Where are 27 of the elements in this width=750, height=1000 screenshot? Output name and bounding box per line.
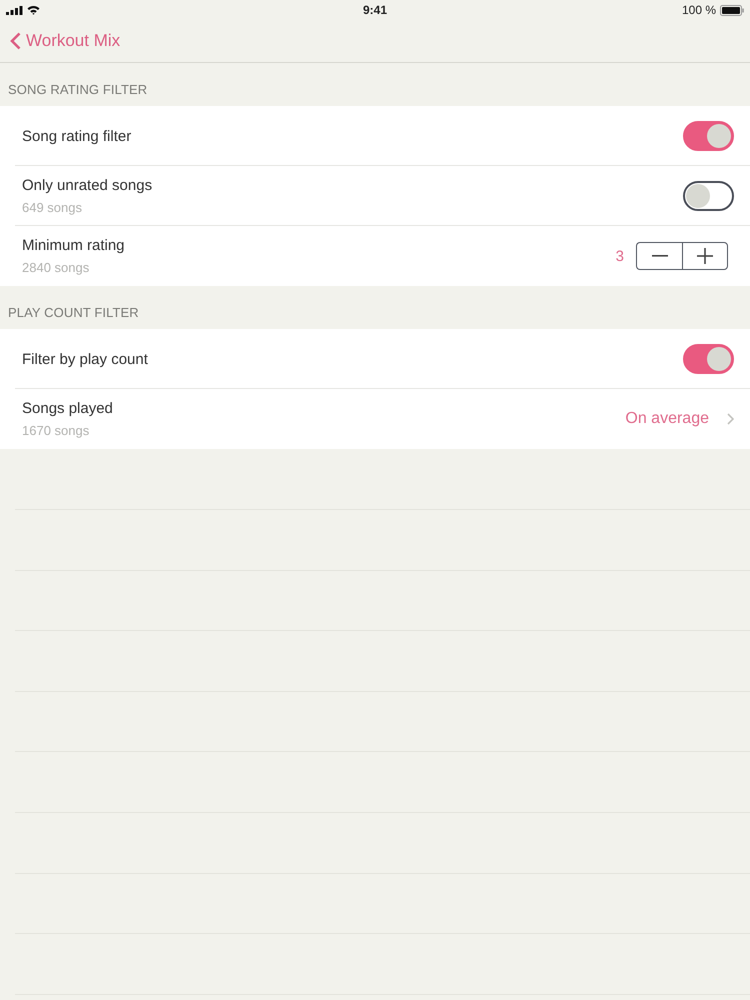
signal-icon (6, 6, 23, 14)
toggle-switch[interactable] (683, 344, 734, 374)
row-subtitle: 649 songs (22, 200, 83, 215)
back-button[interactable]: Workout Mix (10, 31, 120, 51)
decrement-button[interactable] (636, 242, 682, 270)
row-title: Filter by play count (22, 350, 149, 368)
row-title: Songs played (22, 400, 114, 417)
toggle-switch[interactable] (683, 121, 734, 151)
increment-button[interactable] (682, 242, 728, 270)
section-header: PLAY COUNT FILTER (8, 305, 139, 320)
chevron-left-icon (10, 32, 21, 50)
selected-value[interactable]: On average (625, 410, 709, 428)
row-title: Minimum rating (22, 237, 126, 254)
rating-value: 3 (616, 248, 624, 264)
chevron-right-icon (727, 413, 734, 425)
plus-icon (697, 248, 713, 264)
battery-percentage: 100 % (682, 3, 716, 17)
row-title: Only unrated songs (22, 177, 154, 194)
row-subtitle: 2840 songs (22, 260, 90, 275)
toggle-switch[interactable] (683, 181, 734, 211)
section-header: SONG RATING FILTER (8, 82, 148, 97)
wifi-icon (27, 5, 40, 15)
row-title: Song rating filter (22, 128, 132, 144)
minus-icon (652, 255, 668, 257)
battery-icon (720, 4, 744, 16)
status-time: 9:41 (362, 3, 388, 17)
row-subtitle: 1670 songs (22, 423, 90, 438)
